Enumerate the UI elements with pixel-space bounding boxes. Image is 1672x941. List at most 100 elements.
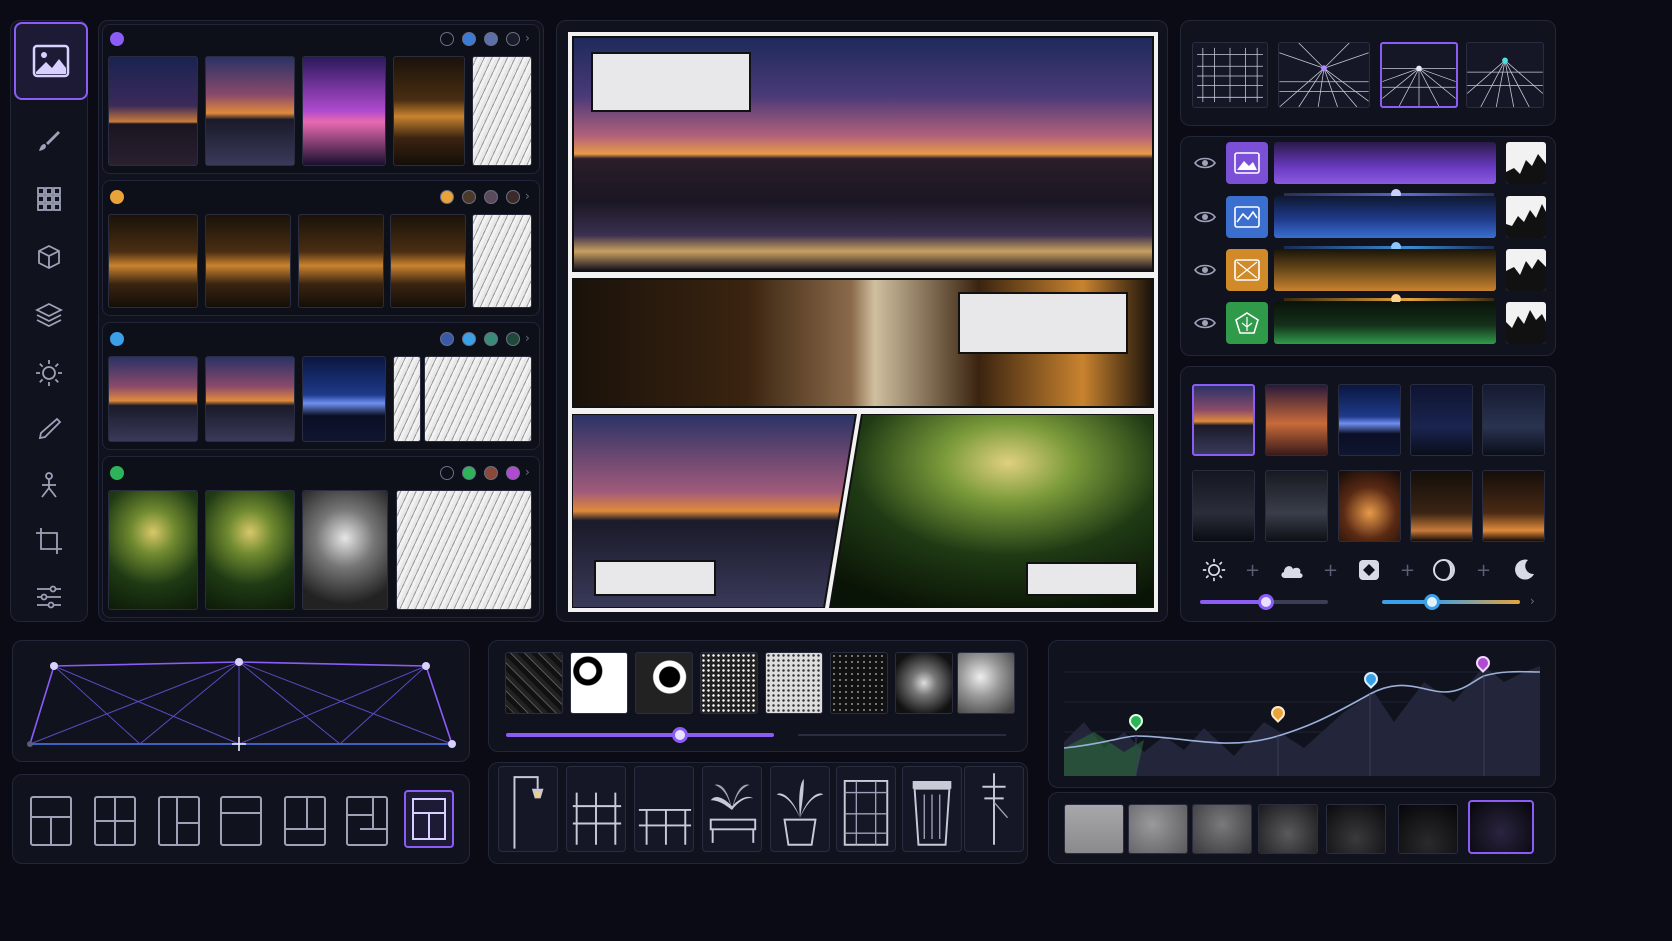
scene-thumbnail[interactable] bbox=[302, 356, 386, 442]
sky-preset[interactable] bbox=[1338, 384, 1401, 456]
scene-thumbnail[interactable] bbox=[390, 214, 466, 308]
texture-swatch[interactable] bbox=[957, 652, 1015, 714]
swatch[interactable] bbox=[440, 466, 454, 480]
scene-thumbnail[interactable] bbox=[205, 214, 291, 308]
lighting-slider-secondary[interactable] bbox=[1382, 600, 1520, 604]
layout-option[interactable] bbox=[30, 796, 72, 846]
tool-pen[interactable] bbox=[12, 404, 86, 454]
sky-preset[interactable] bbox=[1265, 384, 1328, 456]
swatch[interactable] bbox=[462, 32, 476, 46]
sky-preset[interactable] bbox=[1192, 384, 1255, 456]
texture-swatch[interactable] bbox=[765, 652, 823, 714]
tool-sun[interactable] bbox=[12, 348, 86, 398]
street-lamp-prop[interactable] bbox=[498, 766, 558, 852]
scene-thumbnail[interactable] bbox=[205, 490, 295, 610]
layout-option[interactable] bbox=[284, 796, 326, 846]
chevron-right-icon[interactable]: › bbox=[525, 31, 530, 45]
trash-can-prop[interactable] bbox=[902, 766, 962, 852]
tool-image-active[interactable] bbox=[14, 22, 88, 100]
sky-preset[interactable] bbox=[1338, 470, 1401, 542]
texture-swatch[interactable] bbox=[700, 652, 758, 714]
swatch[interactable] bbox=[484, 190, 498, 204]
fog-preset[interactable] bbox=[1128, 804, 1188, 854]
tool-sliders[interactable] bbox=[12, 572, 86, 622]
speech-caption[interactable] bbox=[591, 52, 751, 112]
texture-swatch[interactable] bbox=[830, 652, 888, 714]
tool-cube[interactable] bbox=[12, 232, 86, 282]
eye-icon[interactable] bbox=[1194, 156, 1216, 170]
tool-layers[interactable] bbox=[12, 290, 86, 340]
sun-icon[interactable] bbox=[1202, 558, 1226, 582]
lighting-slider-primary-handle[interactable] bbox=[1258, 594, 1274, 610]
eye-icon[interactable] bbox=[1194, 263, 1216, 277]
sky-preset[interactable] bbox=[1410, 470, 1473, 542]
potted-plant-prop[interactable] bbox=[770, 766, 830, 852]
scene-thumbnail[interactable] bbox=[393, 356, 421, 442]
sky-preset[interactable] bbox=[1482, 384, 1545, 456]
texture-slider-secondary[interactable] bbox=[798, 734, 1006, 736]
sky-preset[interactable] bbox=[1265, 470, 1328, 542]
planter-bench-prop[interactable] bbox=[702, 766, 762, 852]
tool-crop[interactable] bbox=[12, 516, 86, 566]
fence-prop[interactable] bbox=[566, 766, 626, 852]
scene-thumbnail[interactable] bbox=[205, 56, 295, 166]
fog-preset[interactable] bbox=[1326, 804, 1386, 854]
swatch[interactable] bbox=[506, 190, 520, 204]
perspective-mesh[interactable] bbox=[20, 648, 464, 754]
fog-preset[interactable] bbox=[1258, 804, 1318, 854]
scene-thumbnail[interactable] bbox=[108, 490, 198, 610]
grid-three-point[interactable] bbox=[1466, 42, 1544, 108]
layer-row-buildings[interactable] bbox=[1184, 194, 1552, 242]
texture-swatch[interactable] bbox=[895, 652, 953, 714]
swatch[interactable] bbox=[484, 466, 498, 480]
speech-caption[interactable] bbox=[594, 560, 716, 596]
railing-prop[interactable] bbox=[634, 766, 694, 852]
scene-thumbnail[interactable] bbox=[108, 214, 198, 308]
swatch[interactable] bbox=[484, 32, 498, 46]
chevron-right-icon[interactable]: › bbox=[525, 465, 530, 479]
eye-icon[interactable] bbox=[1194, 316, 1216, 330]
sky-preset[interactable] bbox=[1482, 470, 1545, 542]
layout-option[interactable] bbox=[346, 796, 388, 846]
swatch[interactable] bbox=[506, 32, 520, 46]
swatch[interactable] bbox=[506, 466, 520, 480]
tool-brush[interactable] bbox=[12, 116, 86, 166]
scene-thumbnail[interactable] bbox=[424, 356, 532, 442]
grid-one-point[interactable] bbox=[1278, 42, 1370, 108]
scene-thumbnail[interactable] bbox=[472, 214, 532, 308]
swatch[interactable] bbox=[462, 466, 476, 480]
lighting-slider-secondary-handle[interactable] bbox=[1424, 594, 1440, 610]
chevron-right-icon[interactable]: › bbox=[525, 331, 530, 345]
sky-preset[interactable] bbox=[1192, 470, 1255, 542]
fog-preset-selected[interactable] bbox=[1468, 800, 1534, 854]
swatch[interactable] bbox=[462, 332, 476, 346]
speech-caption[interactable] bbox=[958, 292, 1128, 354]
texture-swatch[interactable] bbox=[570, 652, 628, 714]
fog-preset[interactable] bbox=[1398, 804, 1458, 854]
layer-row-details[interactable] bbox=[1184, 247, 1552, 295]
tool-grid[interactable] bbox=[12, 174, 86, 224]
swatch[interactable] bbox=[484, 332, 498, 346]
swatch[interactable] bbox=[440, 190, 454, 204]
chevron-right-icon[interactable]: › bbox=[525, 189, 530, 203]
moon-icon[interactable] bbox=[1512, 558, 1536, 582]
grid-two-point[interactable] bbox=[1380, 42, 1458, 108]
fog-preset[interactable] bbox=[1064, 804, 1124, 854]
eclipse-icon[interactable] bbox=[1432, 558, 1456, 582]
swatch[interactable] bbox=[440, 32, 454, 46]
swatch[interactable] bbox=[440, 332, 454, 346]
layer-row-foliage[interactable] bbox=[1184, 300, 1552, 348]
layout-option[interactable] bbox=[158, 796, 200, 846]
texture-slider[interactable] bbox=[506, 733, 774, 737]
layer-row-sky[interactable] bbox=[1184, 140, 1552, 188]
texture-swatch[interactable] bbox=[635, 652, 693, 714]
scene-thumbnail[interactable] bbox=[298, 214, 384, 308]
grid-flat[interactable] bbox=[1192, 42, 1268, 108]
layout-option[interactable] bbox=[220, 796, 262, 846]
scene-thumbnail[interactable] bbox=[393, 56, 465, 166]
layout-option[interactable] bbox=[94, 796, 136, 846]
tool-figure[interactable] bbox=[12, 460, 86, 510]
swatch[interactable] bbox=[506, 332, 520, 346]
utility-pole-prop[interactable] bbox=[964, 766, 1024, 852]
eye-icon[interactable] bbox=[1194, 210, 1216, 224]
